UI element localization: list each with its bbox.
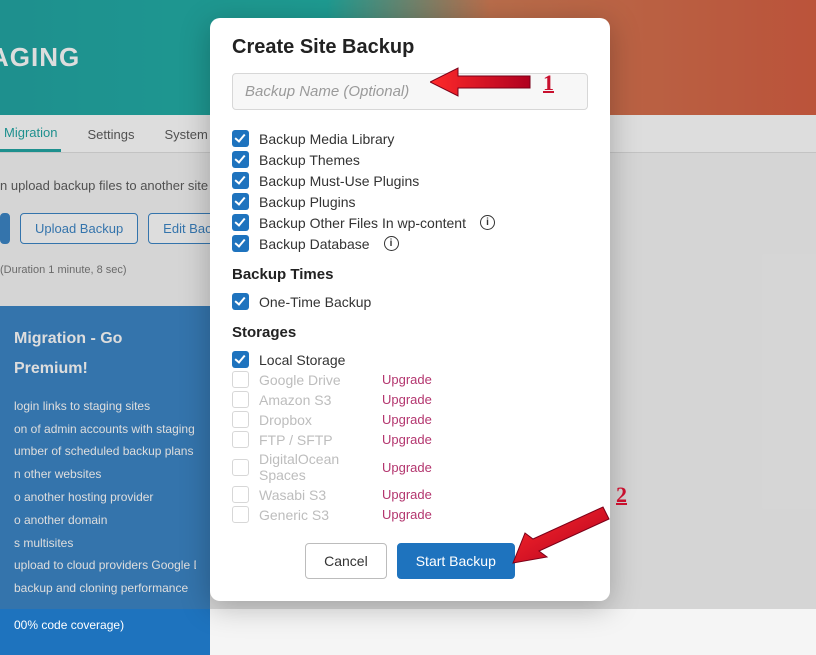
storage-dropbox: Dropbox Upgrade <box>232 411 588 428</box>
option-other-files[interactable]: Backup Other Files In wp-content i <box>232 214 588 231</box>
option-label: Backup Plugins <box>259 194 356 210</box>
storage-label: Dropbox <box>259 412 312 428</box>
upgrade-link[interactable]: Upgrade <box>382 372 432 387</box>
checkbox-icon <box>232 235 249 252</box>
checkbox-icon <box>232 351 249 368</box>
checkbox-icon <box>232 459 249 476</box>
storage-local[interactable]: Local Storage <box>232 351 588 368</box>
checkbox-icon <box>232 486 249 503</box>
storage-wasabi: Wasabi S3 Upgrade <box>232 486 588 503</box>
option-mu-plugins[interactable]: Backup Must-Use Plugins <box>232 172 588 189</box>
option-label: Backup Other Files In wp-content <box>259 215 466 231</box>
storage-label: DigitalOcean Spaces <box>259 451 382 483</box>
upgrade-link[interactable]: Upgrade <box>382 487 432 502</box>
storage-label: Wasabi S3 <box>259 487 326 503</box>
storage-amazon-s3: Amazon S3 Upgrade <box>232 391 588 408</box>
upgrade-link[interactable]: Upgrade <box>382 507 432 522</box>
option-themes[interactable]: Backup Themes <box>232 151 588 168</box>
checkbox-icon <box>232 411 249 428</box>
checkbox-icon <box>232 391 249 408</box>
storage-label: Google Drive <box>259 372 341 388</box>
storage-label: Local Storage <box>259 352 345 368</box>
checkbox-icon <box>232 506 249 523</box>
storage-label: Amazon S3 <box>259 392 331 408</box>
option-media-library[interactable]: Backup Media Library <box>232 130 588 147</box>
checkbox-icon <box>232 130 249 147</box>
storage-google-drive: Google Drive Upgrade <box>232 371 588 388</box>
premium-item: 00% code coverage) <box>14 614 196 637</box>
option-one-time[interactable]: One-Time Backup <box>232 293 588 310</box>
option-label: Backup Themes <box>259 152 360 168</box>
checkbox-icon <box>232 293 249 310</box>
checkbox-icon <box>232 214 249 231</box>
info-icon[interactable]: i <box>384 236 399 251</box>
start-backup-button[interactable]: Start Backup <box>397 543 515 579</box>
checkbox-icon <box>232 151 249 168</box>
checkbox-icon <box>232 193 249 210</box>
storage-label: FTP / SFTP <box>259 432 333 448</box>
upgrade-link[interactable]: Upgrade <box>382 412 432 427</box>
storage-label: Generic S3 <box>259 507 329 523</box>
storage-ftp: FTP / SFTP Upgrade <box>232 431 588 448</box>
option-label: Backup Database <box>259 236 370 252</box>
storage-digitalocean: DigitalOcean Spaces Upgrade <box>232 451 588 483</box>
arrow-icon <box>430 64 540 100</box>
upgrade-link[interactable]: Upgrade <box>382 392 432 407</box>
modal-title: Create Site Backup <box>232 36 588 59</box>
upgrade-link[interactable]: Upgrade <box>382 432 432 447</box>
upgrade-link[interactable]: Upgrade <box>382 460 432 475</box>
info-icon[interactable]: i <box>480 215 495 230</box>
section-storages: Storages <box>232 324 588 341</box>
option-label: Backup Must-Use Plugins <box>259 173 419 189</box>
option-label: Backup Media Library <box>259 131 394 147</box>
section-backup-times: Backup Times <box>232 266 588 283</box>
option-label: One-Time Backup <box>259 294 371 310</box>
option-plugins[interactable]: Backup Plugins <box>232 193 588 210</box>
cancel-button[interactable]: Cancel <box>305 543 387 579</box>
checkbox-icon <box>232 371 249 388</box>
arrow-icon <box>505 505 625 575</box>
checkbox-icon <box>232 431 249 448</box>
checkbox-icon <box>232 172 249 189</box>
option-database[interactable]: Backup Database i <box>232 235 588 252</box>
